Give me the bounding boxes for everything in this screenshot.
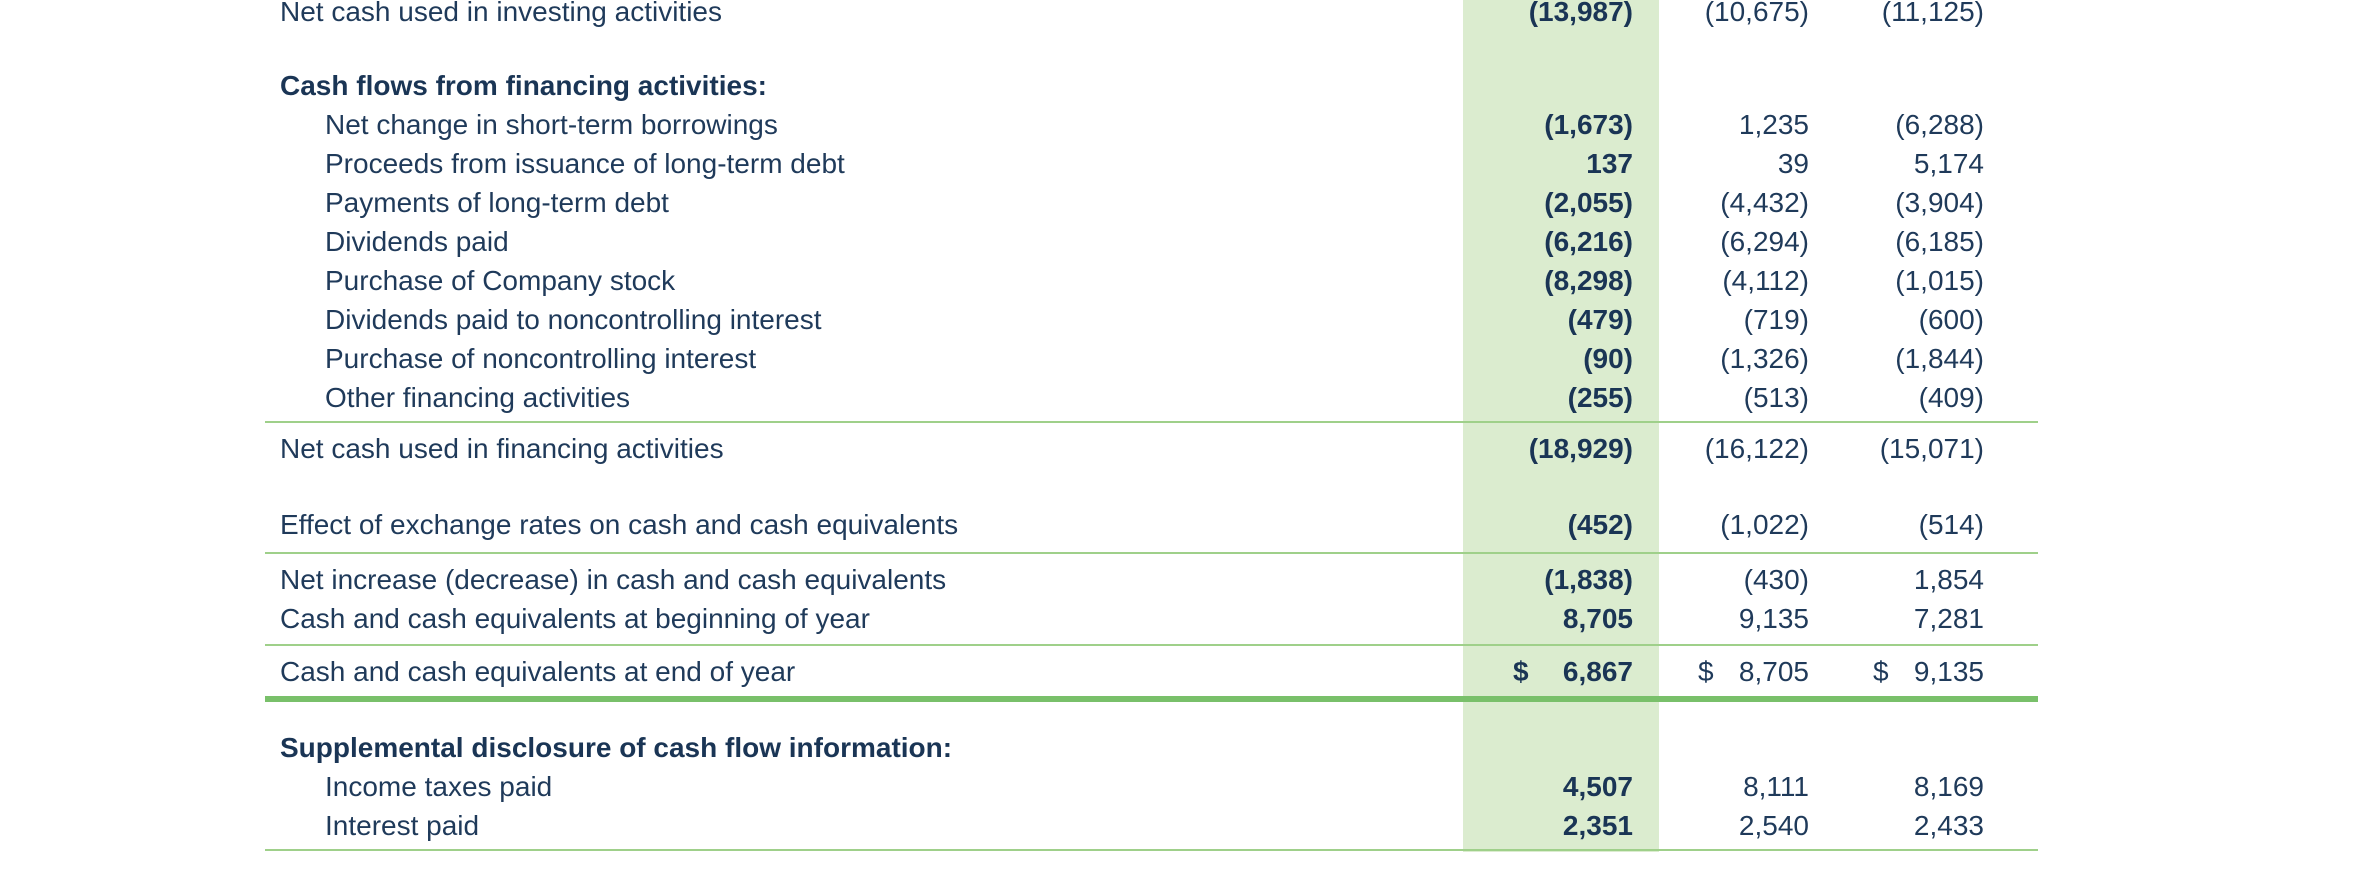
two-years-prior-value: (600) [1918,304,1984,335]
prior-year-value: (719) [1743,304,1809,335]
row-other-financing: Other financing activities (255) (513) (… [265,381,2038,415]
prior-year-value: 9,135 [1738,603,1809,634]
two-years-prior-value: (11,125) [1881,0,1984,27]
row-label: Income taxes paid [325,771,553,802]
row-label: Interest paid [325,810,480,841]
row-label: Purchase of noncontrolling interest [325,343,757,374]
prior-year-value: 2,540 [1738,810,1809,841]
row-label: Dividends paid [325,226,509,257]
row-exchange-rate-effect: Effect of exchange rates on cash and cas… [265,508,2038,542]
double-rule-line [265,696,2038,702]
row-purchase-noncontrolling: Purchase of noncontrolling interest (90)… [265,342,2038,376]
currency-symbol: $ [1513,656,1529,687]
row-interest-paid: Interest paid 2,351 2,540 2,433 [265,809,2038,843]
prior-year-value: 39 [1777,148,1809,179]
cash-flow-statement: Net cash used in investing activities (1… [0,0,2380,872]
row-label: Cash and cash equivalents at end of year [280,656,796,687]
row-cash-end: Cash and cash equivalents at end of year… [265,655,2038,689]
prior-year-value: (4,112) [1722,265,1809,296]
two-years-prior-value: (514) [1918,509,1984,540]
prior-year-value: (430) [1743,564,1809,595]
section-header-financing: Cash flows from financing activities: [265,69,2038,103]
current-year-value: (8,298) [1544,265,1633,296]
current-year-value: (2,055) [1544,187,1633,218]
prior-year-value: 1,235 [1738,109,1809,140]
current-year-value: (13,987) [1528,0,1633,27]
row-label: Dividends paid to noncontrolling interes… [325,304,822,335]
row-label: Other financing activities [325,382,631,413]
row-purchase-company-stock: Purchase of Company stock (8,298) (4,112… [265,264,2038,298]
current-year-value: (6,216) [1544,226,1633,257]
current-year-value: 6,867 [1562,656,1633,687]
two-years-prior-value: (409) [1918,382,1984,413]
current-year-value: (255) [1567,382,1633,413]
row-label: Cash and cash equivalents at beginning o… [280,603,870,634]
prior-year-value: (1,326) [1720,343,1809,374]
section-header-supplemental: Supplemental disclosure of cash flow inf… [265,731,2038,765]
row-label: Effect of exchange rates on cash and cas… [280,509,959,540]
two-years-prior-value: 9,135 [1913,656,1984,687]
row-label: Net cash used in financing activities [280,433,724,464]
two-years-prior-value: (1,015) [1895,265,1984,296]
row-label: Proceeds from issuance of long-term debt [325,148,845,179]
current-year-value: (1,673) [1544,109,1633,140]
two-years-prior-value: 1,854 [1913,564,1984,595]
two-years-prior-value: 2,433 [1913,810,1984,841]
current-year-value: 8,705 [1562,603,1633,634]
two-years-prior-value: (6,288) [1895,109,1984,140]
current-year-value: (1,838) [1544,564,1633,595]
two-years-prior-value: 8,169 [1913,771,1984,802]
rule-line [265,644,2038,646]
current-year-value: 4,507 [1562,771,1633,802]
two-years-prior-value: 5,174 [1913,148,1984,179]
current-year-value: (18,929) [1528,433,1633,464]
two-years-prior-value: 7,281 [1913,603,1984,634]
two-years-prior-value: (15,071) [1879,433,1984,464]
row-payments-long-term-debt: Payments of long-term debt (2,055) (4,43… [265,186,2038,220]
prior-year-value: (513) [1743,382,1809,413]
row-label: Net increase (decrease) in cash and cash… [280,564,947,595]
section-header-label: Supplemental disclosure of cash flow inf… [280,732,953,763]
prior-year-value: (16,122) [1704,433,1809,464]
currency-symbol: $ [1873,656,1889,687]
two-years-prior-value: (3,904) [1895,187,1984,218]
rule-line [265,421,2038,423]
row-label: Net change in short-term borrowings [325,109,778,140]
row-net-cash-investing: Net cash used in investing activities (1… [265,0,2038,29]
prior-year-value: 8,111 [1743,771,1809,802]
row-proceeds-long-term-debt: Proceeds from issuance of long-term debt… [265,147,2038,181]
currency-symbol: $ [1698,656,1714,687]
prior-year-value: (10,675) [1704,0,1809,27]
current-year-value: (90) [1583,343,1633,374]
prior-year-value: 8,705 [1738,656,1809,687]
row-short-term-borrowings: Net change in short-term borrowings (1,6… [265,108,2038,142]
rule-line [265,552,2038,554]
current-year-value: (479) [1567,304,1633,335]
rule-line [265,849,2038,851]
row-label: Net cash used in investing activities [280,0,722,27]
current-year-value: 2,351 [1562,810,1633,841]
row-net-cash-financing: Net cash used in financing activities (1… [265,432,2038,466]
row-net-change-cash: Net increase (decrease) in cash and cash… [265,563,2038,597]
prior-year-value: (1,022) [1720,509,1809,540]
row-dividends-paid: Dividends paid (6,216) (6,294) (6,185) [265,225,2038,259]
current-year-value: 137 [1586,148,1633,179]
two-years-prior-value: (6,185) [1895,226,1984,257]
current-year-value: (452) [1567,509,1633,540]
row-dividends-noncontrolling: Dividends paid to noncontrolling interes… [265,303,2038,337]
row-label: Payments of long-term debt [325,187,669,218]
row-income-taxes-paid: Income taxes paid 4,507 8,111 8,169 [265,770,2038,804]
prior-year-value: (6,294) [1720,226,1809,257]
prior-year-value: (4,432) [1720,187,1809,218]
row-cash-beginning: Cash and cash equivalents at beginning o… [265,602,2038,636]
two-years-prior-value: (1,844) [1895,343,1984,374]
section-header-label: Cash flows from financing activities: [280,70,767,101]
row-label: Purchase of Company stock [325,265,676,296]
